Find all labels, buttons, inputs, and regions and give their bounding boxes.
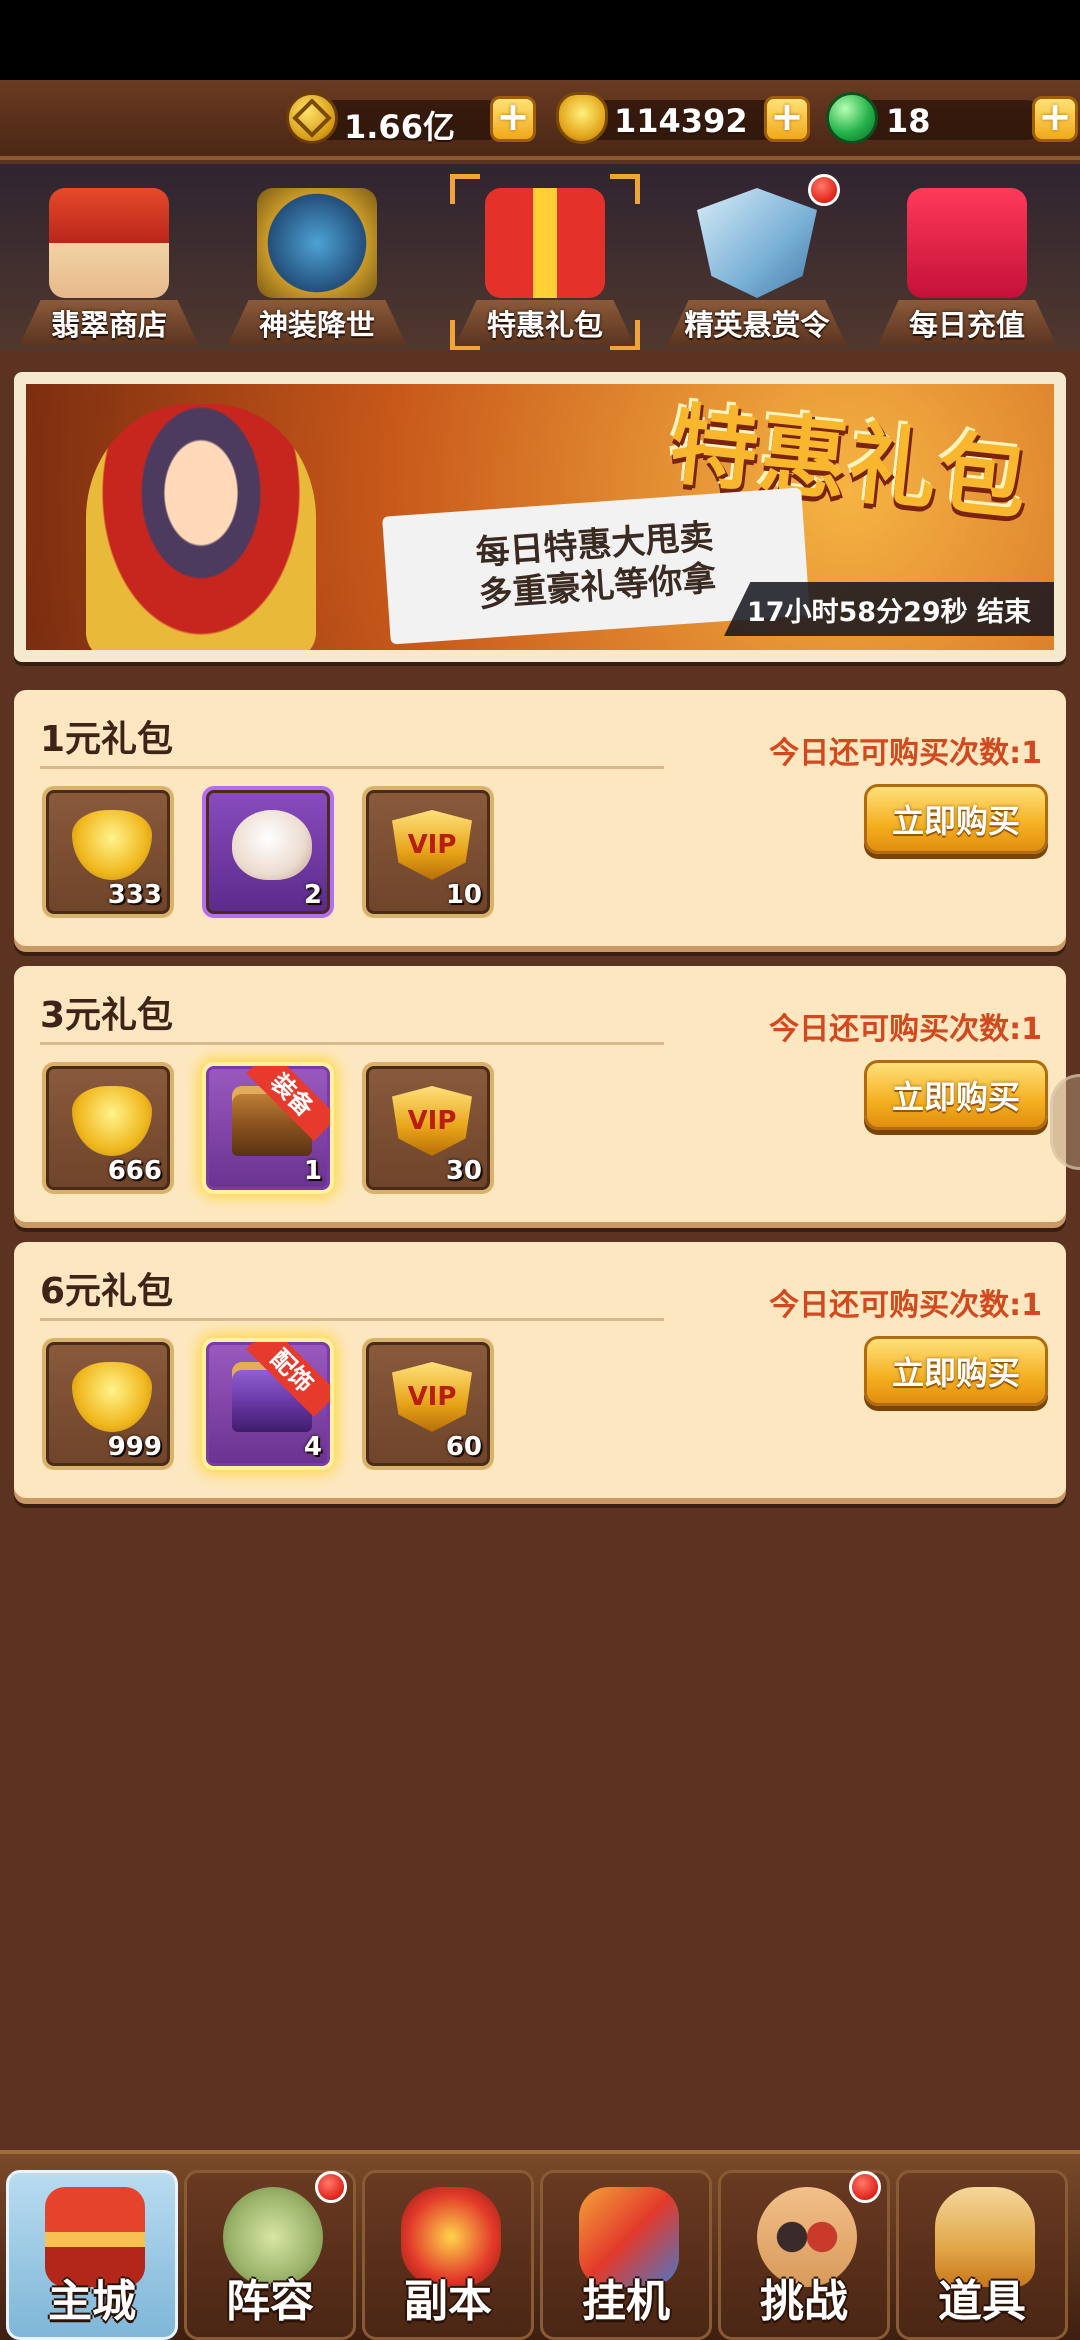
status-bar — [0, 0, 1080, 80]
currency-bar: 1.66亿 + 114392 + 18 + — [0, 80, 1080, 160]
item-count: 333 — [107, 880, 162, 910]
notification-dot-icon — [315, 2171, 347, 2203]
nav-label: 挂机 — [582, 2276, 670, 2327]
item-count: 666 — [107, 1156, 162, 1186]
tab-daily-recharge[interactable]: 每日充值 — [872, 174, 1062, 350]
purchase-limit-text: 今日还可购买次数:1 — [769, 1288, 1042, 1323]
steamed-bun-icon — [232, 810, 312, 880]
pack-title: 6元礼包 — [40, 1271, 174, 1312]
item-count: 60 — [445, 1432, 482, 1462]
item-count: 1 — [303, 1156, 322, 1186]
divine-armor-icon — [257, 188, 377, 298]
reward-item-slot[interactable]: 10 — [362, 786, 494, 918]
green-gem-value: 18 — [886, 102, 931, 140]
buy-now-button[interactable]: 立即购买 — [864, 784, 1048, 854]
currency-green-gem: 18 + — [826, 92, 1078, 148]
nav-label: 挑战 — [760, 2276, 848, 2327]
gold-coin-icon — [286, 92, 338, 144]
nav-label: 副本 — [404, 2276, 492, 2327]
tab-label: 精英悬赏令 — [684, 308, 830, 342]
pack-card-1: 1元礼包 今日还可购买次数:1 立即购买 333 2 10 — [14, 690, 1066, 946]
gold-ingot-icon — [72, 810, 152, 880]
currency-gold-coin: 1.66亿 + — [286, 92, 536, 148]
item-count: 30 — [445, 1156, 482, 1186]
elite-bounty-shield-icon — [697, 188, 817, 298]
pack-title: 1元礼包 — [40, 719, 174, 760]
promo-banner: 特惠礼包 每日特惠大甩卖 多重豪礼等你拿 17小时58分29秒 结束 — [14, 372, 1066, 662]
nav-items[interactable]: 道具 — [896, 2170, 1068, 2340]
purchase-limit-text: 今日还可购买次数:1 — [769, 736, 1042, 771]
buy-now-button[interactable]: 立即购买 — [864, 1060, 1048, 1130]
shop-tabs: 翡翠商店 神装降世 特惠礼包 精英悬赏令 每日充值 — [0, 164, 1080, 350]
item-count: 4 — [303, 1432, 322, 1462]
gold-ingot-value: 114392 — [614, 102, 748, 140]
gift-box-icon — [485, 188, 605, 298]
nav-label: 道具 — [938, 2276, 1026, 2327]
divider — [40, 1318, 664, 1321]
vip-badge-icon — [392, 810, 472, 880]
tab-label: 翡翠商店 — [50, 308, 167, 342]
vip-badge-icon — [392, 1086, 472, 1156]
reward-item-slot[interactable]: 2 — [202, 786, 334, 918]
green-gem-icon — [826, 92, 878, 144]
notification-dot-icon — [849, 2171, 881, 2203]
gold-ingot-icon — [72, 1362, 152, 1432]
nav-label: 主城 — [48, 2276, 136, 2327]
nav-main-city[interactable]: 主城 — [6, 2170, 178, 2340]
nav-dungeon[interactable]: 副本 — [362, 2170, 534, 2340]
tab-divine-armor[interactable]: 神装降世 — [222, 174, 412, 350]
item-count: 2 — [303, 880, 322, 910]
reward-item-slot[interactable]: 60 — [362, 1338, 494, 1470]
pack-card-3: 3元礼包 今日还可购买次数:1 立即购买 666 装备 1 30 — [14, 966, 1066, 1222]
add-green-gem-button[interactable]: + — [1032, 96, 1078, 142]
buy-now-button[interactable]: 立即购买 — [864, 1336, 1048, 1406]
currency-gold-ingot: 114392 + — [556, 92, 816, 148]
gold-ingot-icon — [556, 92, 608, 144]
daily-recharge-chest-icon — [907, 188, 1027, 298]
nav-label: 阵容 — [226, 2276, 314, 2327]
jade-shop-icon — [49, 188, 169, 298]
reward-item-slot[interactable]: 配饰 4 — [202, 1338, 334, 1470]
nav-lineup[interactable]: 阵容 — [184, 2170, 356, 2340]
reward-item-slot[interactable]: 30 — [362, 1062, 494, 1194]
reward-item-slot[interactable]: 333 — [42, 786, 174, 918]
nav-idle[interactable]: 挂机 — [540, 2170, 712, 2340]
tab-elite-bounty[interactable]: 精英悬赏令 — [662, 174, 852, 350]
notification-dot-icon — [808, 174, 840, 206]
reward-item-slot[interactable]: 装备 1 — [202, 1062, 334, 1194]
tab-label: 特惠礼包 — [486, 308, 603, 342]
gold-coin-value: 1.66亿 — [344, 108, 455, 146]
pack-card-6: 6元礼包 今日还可购买次数:1 立即购买 999 配饰 4 60 — [14, 1242, 1066, 1498]
add-gold-coin-button[interactable]: + — [490, 96, 536, 142]
countdown-timer: 17小时58分29秒 结束 — [724, 582, 1054, 636]
tab-special-gift-pack[interactable]: 特惠礼包 — [450, 174, 640, 350]
divider — [40, 766, 664, 769]
reward-item-slot[interactable]: 666 — [42, 1062, 174, 1194]
divider — [40, 1042, 664, 1045]
purchase-limit-text: 今日还可购买次数:1 — [769, 1012, 1042, 1047]
add-gold-ingot-button[interactable]: + — [764, 96, 810, 142]
tab-label: 神装降世 — [258, 308, 375, 342]
bottom-nav: 主城 阵容 副本 挂机 挑战 道具 — [0, 2150, 1080, 2340]
item-count: 999 — [107, 1432, 162, 1462]
side-drawer-handle[interactable] — [1050, 1074, 1080, 1170]
pack-title: 3元礼包 — [40, 995, 174, 1036]
hero-character-image — [86, 404, 316, 650]
vip-badge-icon — [392, 1362, 472, 1432]
tab-label: 每日充值 — [908, 308, 1025, 342]
nav-challenge[interactable]: 挑战 — [718, 2170, 890, 2340]
gold-ingot-icon — [72, 1086, 152, 1156]
reward-item-slot[interactable]: 999 — [42, 1338, 174, 1470]
tab-jade-shop[interactable]: 翡翠商店 — [14, 174, 204, 350]
item-count: 10 — [445, 880, 482, 910]
